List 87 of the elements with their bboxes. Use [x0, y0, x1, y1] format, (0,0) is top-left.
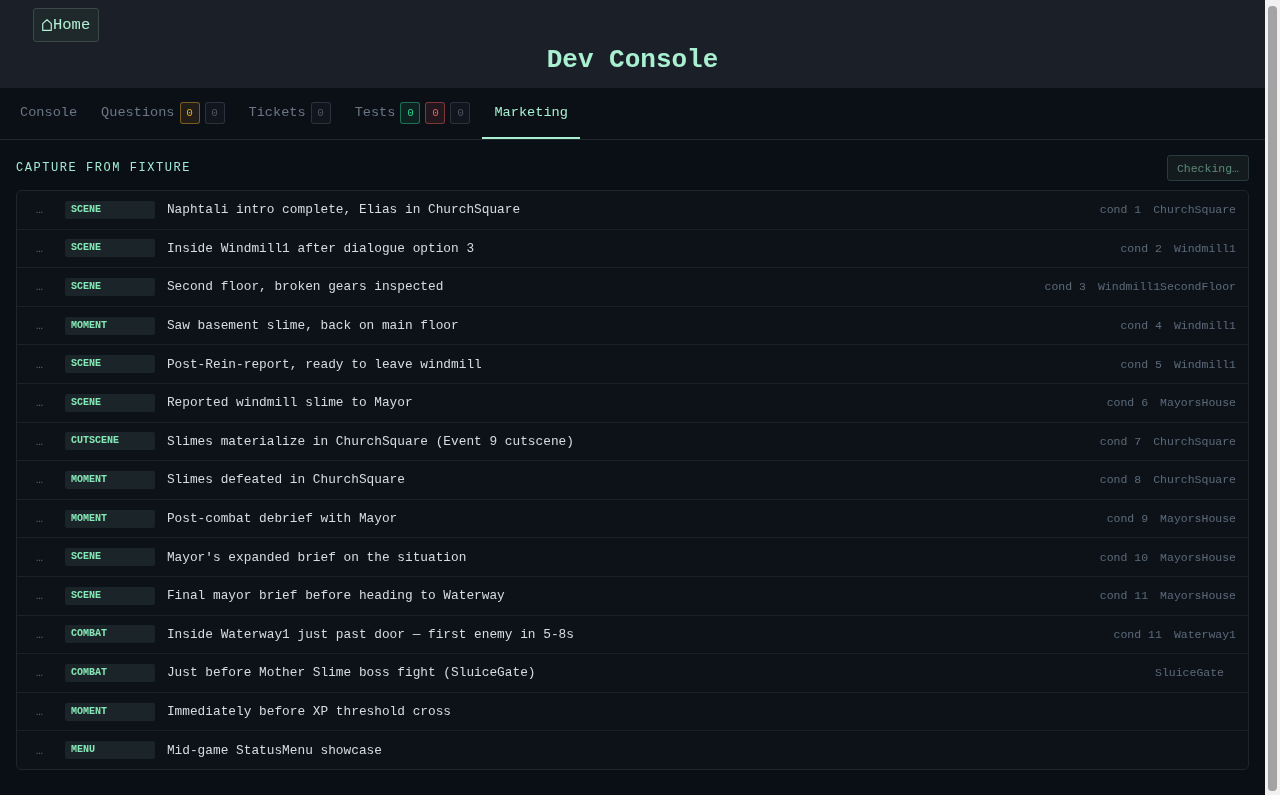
location-label: Windmill1	[1173, 357, 1236, 371]
tab[interactable]: Questions 0 0	[89, 88, 237, 139]
status-indicator: …	[36, 627, 43, 641]
location-label: Windmill1	[1173, 241, 1236, 255]
status-indicator: …	[36, 743, 43, 757]
location-label: Waterway1	[1173, 627, 1236, 641]
status-indicator: …	[36, 203, 43, 217]
count-badge: 0	[179, 101, 200, 124]
scrollbar-thumb[interactable]	[1268, 6, 1277, 791]
condition-label: cond 6	[1106, 396, 1149, 410]
house-icon	[42, 19, 52, 31]
fixture-description: Post-Rein-report, ready to leave windmill	[166, 356, 483, 372]
page-title: Dev Console	[545, 45, 720, 75]
fixture-description: Second floor, broken gears inspected	[166, 279, 445, 295]
condition-label: cond 5	[1120, 357, 1162, 371]
condition-label: cond 10	[1099, 550, 1149, 564]
category-tag: MOMENT	[64, 316, 155, 335]
condition-label: cond 3	[1044, 280, 1086, 294]
tab[interactable]: Tickets 0	[236, 88, 343, 139]
category-tag: SCENE	[64, 278, 155, 296]
count-badge: 0	[450, 101, 471, 124]
category-tag: SCENE	[64, 586, 155, 605]
category-tag: SCENE	[64, 355, 155, 374]
count-badge: 0	[425, 101, 446, 124]
status-indicator: …	[36, 396, 43, 410]
condition-label: cond 2	[1120, 241, 1162, 255]
fixture-description: Naphtali intro complete, Elias in ChurchSquare	[166, 202, 522, 218]
fixture-description: Final mayor brief before heading to Waterway	[166, 588, 506, 604]
condition-label: cond 8	[1099, 473, 1142, 487]
status-indicator: …	[36, 705, 43, 718]
location-label: MayorsHouse	[1160, 512, 1236, 526]
tab[interactable]: Tests 0 0 0	[342, 88, 483, 139]
fixture-description: Inside Windmill1 after dialogue option 3	[166, 240, 476, 256]
fixture-description: Post-combat debrief with Mayor	[166, 511, 399, 527]
status-indicator: …	[36, 357, 43, 371]
fixture-description: Just before Mother Slime boss fight (SluiceGate)	[166, 665, 537, 681]
scrollbar[interactable]	[1265, 0, 1280, 795]
status-indicator: …	[36, 434, 43, 448]
status-indicator: …	[36, 319, 43, 333]
category-tag: COMBAT	[64, 663, 155, 682]
fixture-description: Immediately before XP threshold cross	[166, 704, 453, 719]
location-label: MayorsHouse	[1160, 550, 1236, 564]
location-label: MayorsHouse	[1160, 396, 1236, 410]
category-tag: CUTSCENE	[64, 432, 155, 451]
category-tag: COMBAT	[64, 625, 155, 644]
location-label: SluiceGate	[1155, 666, 1224, 680]
fixture-description: Mayor's expanded brief on the situation	[166, 549, 468, 565]
status-indicator: …	[36, 280, 43, 294]
condition-label: cond 1	[1099, 203, 1142, 217]
count-badge: 0	[400, 101, 421, 124]
fixture-description: Saw basement slime, back on main floor	[166, 318, 460, 334]
count-badge: 0	[204, 101, 225, 124]
condition-label: cond 11	[1099, 589, 1149, 603]
category-tag: SCENE	[64, 200, 155, 219]
location-label: Windmill1	[1173, 319, 1236, 333]
fixture-description: Mid-game StatusMenu showcase	[166, 742, 383, 758]
category-tag: SCENE	[64, 393, 155, 412]
location-label: Windmill1SecondFloor	[1097, 280, 1236, 294]
category-tag: MOMENT	[64, 470, 155, 489]
status-indicator: …	[36, 241, 43, 255]
status-indicator: …	[36, 666, 43, 680]
fixture-description: Reported windmill slime to Mayor	[166, 395, 414, 411]
condition-label: cond 7	[1099, 434, 1142, 448]
status-indicator: …	[36, 550, 43, 564]
status-indicator: …	[36, 589, 43, 603]
condition-label: cond 4	[1120, 319, 1162, 333]
tab[interactable]: Console	[8, 88, 90, 139]
fixture-description: Inside Waterway1 just past door — first enemy in 5-8s	[166, 626, 575, 642]
fixture-description: Slimes materialize in ChurchSquare (Event 9 cutscene)	[166, 433, 575, 449]
location-label: ChurchSquare	[1153, 434, 1236, 448]
home-button[interactable]: Home	[33, 8, 100, 42]
category-tag: SCENE	[64, 239, 155, 258]
tab[interactable]: Marketing	[482, 88, 580, 139]
category-tag: MOMENT	[64, 509, 155, 528]
category-tag: SCENE	[64, 548, 155, 567]
fixture-description: Slimes defeated in ChurchSquare	[166, 472, 406, 488]
location-label: MayorsHouse	[1160, 589, 1236, 603]
condition-label: cond 11	[1113, 627, 1162, 641]
location-label: ChurchSquare	[1153, 473, 1236, 487]
section-heading: CAPTURE FROM FIXTURE	[16, 161, 192, 175]
status-indicator: …	[36, 473, 43, 487]
category-tag: MOMENT	[64, 702, 155, 721]
condition-label: cond 9	[1106, 512, 1149, 526]
location-label: ChurchSquare	[1153, 203, 1236, 217]
status-indicator: …	[36, 512, 43, 526]
count-badge: 0	[310, 101, 331, 124]
category-tag: MENU	[64, 741, 155, 760]
